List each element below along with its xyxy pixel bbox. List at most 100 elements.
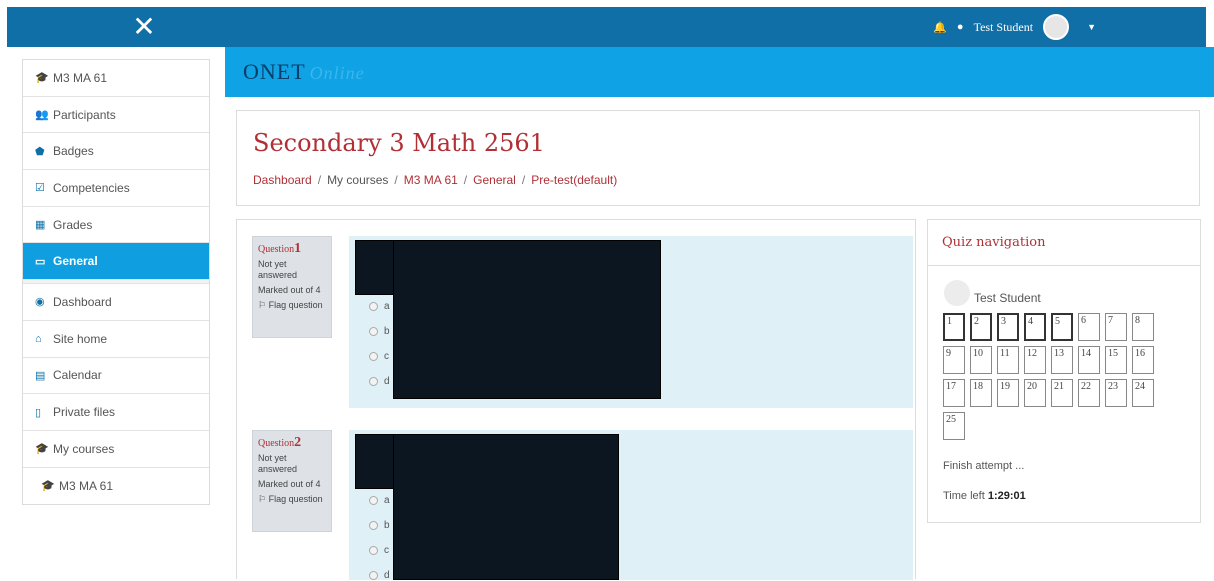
quiz-nav-button[interactable]: 7 bbox=[1105, 313, 1127, 341]
sidebar-item-label: M3 MA 61 bbox=[59, 478, 114, 493]
question-info: Question2 Not yet answered Marked out of… bbox=[252, 430, 332, 532]
sidebar-item-course[interactable]: 🎓 M3 MA 61 bbox=[23, 60, 209, 97]
sidebar-item-my-courses[interactable]: 🎓 My courses bbox=[23, 431, 209, 468]
flag-icon: ⚐ bbox=[258, 300, 269, 310]
sidebar-item-label: Dashboard bbox=[53, 294, 112, 309]
chat-icon[interactable]: ● bbox=[957, 21, 964, 33]
quiz-nav-button[interactable]: 22 bbox=[1078, 379, 1100, 407]
finish-attempt-link[interactable]: Finish attempt ... bbox=[943, 460, 1024, 472]
sidebar-item-participants[interactable]: 👥 Participants bbox=[23, 97, 209, 134]
radio-button[interactable] bbox=[369, 352, 378, 361]
quiz-nav-button[interactable]: 10 bbox=[970, 346, 992, 374]
quiz-nav-button[interactable]: 1 bbox=[943, 313, 965, 341]
logo-sub: Online bbox=[309, 63, 365, 83]
question-content: a b c d bbox=[349, 236, 913, 408]
redacted-block bbox=[393, 240, 661, 399]
sidebar-item-competencies[interactable]: ☑ Competencies bbox=[23, 170, 209, 207]
sidebar-item-badges[interactable]: ⬟ Badges bbox=[23, 133, 209, 171]
sidebar-item-dashboard[interactable]: ◉ Dashboard bbox=[23, 284, 209, 321]
bell-icon[interactable]: 🔔 bbox=[933, 21, 947, 34]
calendar-icon: ▤ bbox=[35, 369, 46, 382]
breadcrumb-my-courses[interactable]: My courses bbox=[327, 173, 388, 187]
sidebar-item-label: General bbox=[53, 254, 98, 269]
sidebar-item-label: M3 MA 61 bbox=[53, 70, 108, 85]
sidebar-item-private-files[interactable]: ▯ Private files bbox=[23, 394, 209, 431]
quiz-nav-button[interactable]: 4 bbox=[1024, 313, 1046, 341]
page-title: Secondary 3 Math 2561 bbox=[253, 129, 545, 157]
quiz-nav-button[interactable]: 5 bbox=[1051, 313, 1073, 341]
sidebar-item-grades[interactable]: ▦ Grades bbox=[23, 207, 209, 244]
question-status: Not yet answered bbox=[258, 453, 298, 474]
quiz-nav-button[interactable]: 25 bbox=[943, 412, 965, 440]
quiz-nav-button[interactable]: 11 bbox=[997, 346, 1019, 374]
radio-button[interactable] bbox=[369, 546, 378, 555]
site-logo[interactable]: ONET Online bbox=[243, 59, 365, 85]
flag-question-link[interactable]: ⚐ Flag question bbox=[258, 494, 326, 505]
quiz-nav-button[interactable]: 20 bbox=[1024, 379, 1046, 407]
page-header: Secondary 3 Math 2561 Dashboard / My cours… bbox=[236, 110, 1200, 206]
avatar bbox=[944, 280, 970, 306]
answer-option[interactable]: c bbox=[369, 351, 389, 362]
quiz-nav-button[interactable]: 14 bbox=[1078, 346, 1100, 374]
quiz-nav-button[interactable]: 9 bbox=[943, 346, 965, 374]
close-drawer-icon[interactable]: ✕ bbox=[124, 9, 164, 45]
quiz-nav-button[interactable]: 3 bbox=[997, 313, 1019, 341]
file-icon: ▯ bbox=[35, 406, 42, 419]
flag-question-link[interactable]: ⚐ Flag question bbox=[258, 300, 326, 311]
radio-button[interactable] bbox=[369, 327, 378, 336]
radio-button[interactable] bbox=[369, 521, 378, 530]
sidebar-item-label: Badges bbox=[53, 144, 94, 159]
sidebar-item-course-sub[interactable]: 🎓 M3 MA 61 bbox=[23, 468, 209, 505]
question-info: Question1 Not yet answered Marked out of… bbox=[252, 236, 332, 338]
time-left: Time left 1:29:01 bbox=[943, 490, 1026, 502]
quiz-nav-button[interactable]: 17 bbox=[943, 379, 965, 407]
breadcrumb-dashboard[interactable]: Dashboard bbox=[253, 173, 312, 187]
user-menu: 🔔 ● Test Student ▼ bbox=[933, 7, 1096, 47]
avatar[interactable] bbox=[1043, 14, 1070, 40]
radio-button[interactable] bbox=[369, 496, 378, 505]
answer-option[interactable]: d bbox=[369, 570, 390, 581]
quiz-nav-button[interactable]: 18 bbox=[970, 379, 992, 407]
sidebar-item-general[interactable]: ▭ General bbox=[23, 243, 209, 281]
checkbox-icon: ☑ bbox=[35, 182, 45, 195]
quiz-nav-button[interactable]: 6 bbox=[1078, 313, 1100, 341]
sidebar-item-label: Calendar bbox=[53, 368, 102, 383]
quiz-nav-button[interactable]: 2 bbox=[970, 313, 992, 341]
question-number: Question2 bbox=[258, 435, 302, 450]
sidebar-item-site-home[interactable]: ⌂ Site home bbox=[23, 321, 209, 358]
quiz-nav-button[interactable]: 13 bbox=[1051, 346, 1073, 374]
quiz-nav-button[interactable]: 19 bbox=[997, 379, 1019, 407]
graduation-cap-icon: 🎓 bbox=[35, 72, 49, 85]
time-value: 1:29:01 bbox=[987, 490, 1026, 502]
quiz-nav-button[interactable]: 24 bbox=[1132, 379, 1154, 407]
logo-main: ONET bbox=[243, 59, 306, 84]
question-grid: 1 2 3 4 5 6 7 8 9 10 11 12 13 14 15 16 1… bbox=[943, 313, 1158, 440]
quiz-nav-button[interactable]: 15 bbox=[1105, 346, 1127, 374]
answer-option[interactable]: a bbox=[369, 301, 390, 312]
table-icon: ▦ bbox=[35, 219, 46, 232]
dashboard-icon: ◉ bbox=[35, 296, 45, 309]
radio-button[interactable] bbox=[369, 302, 378, 311]
sidebar-item-calendar[interactable]: ▤ Calendar bbox=[23, 358, 209, 395]
breadcrumb-pretest[interactable]: Pre-test(default) bbox=[531, 173, 617, 187]
graduation-cap-icon: 🎓 bbox=[41, 480, 55, 493]
quiz-questions: Question1 Not yet answered Marked out of… bbox=[236, 219, 916, 581]
breadcrumb-general[interactable]: General bbox=[473, 173, 516, 187]
radio-button[interactable] bbox=[369, 377, 378, 386]
answer-option[interactable]: d bbox=[369, 376, 390, 387]
breadcrumb-course[interactable]: M3 MA 61 bbox=[404, 173, 458, 187]
answer-option[interactable]: a bbox=[369, 495, 390, 506]
quiz-nav-button[interactable]: 12 bbox=[1024, 346, 1046, 374]
quiz-nav-button[interactable]: 21 bbox=[1051, 379, 1073, 407]
graduation-cap-icon: 🎓 bbox=[35, 443, 49, 456]
answer-option[interactable]: c bbox=[369, 545, 389, 556]
answer-option[interactable]: b bbox=[369, 326, 390, 337]
users-icon: 👥 bbox=[35, 109, 49, 122]
username[interactable]: Test Student bbox=[974, 20, 1034, 35]
quiz-nav-button[interactable]: 16 bbox=[1132, 346, 1154, 374]
quiz-nav-button[interactable]: 8 bbox=[1132, 313, 1154, 341]
answer-option[interactable]: b bbox=[369, 520, 390, 531]
chevron-down-icon[interactable]: ▼ bbox=[1087, 22, 1096, 32]
quiz-nav-button[interactable]: 23 bbox=[1105, 379, 1127, 407]
folder-icon: ▭ bbox=[35, 255, 46, 268]
